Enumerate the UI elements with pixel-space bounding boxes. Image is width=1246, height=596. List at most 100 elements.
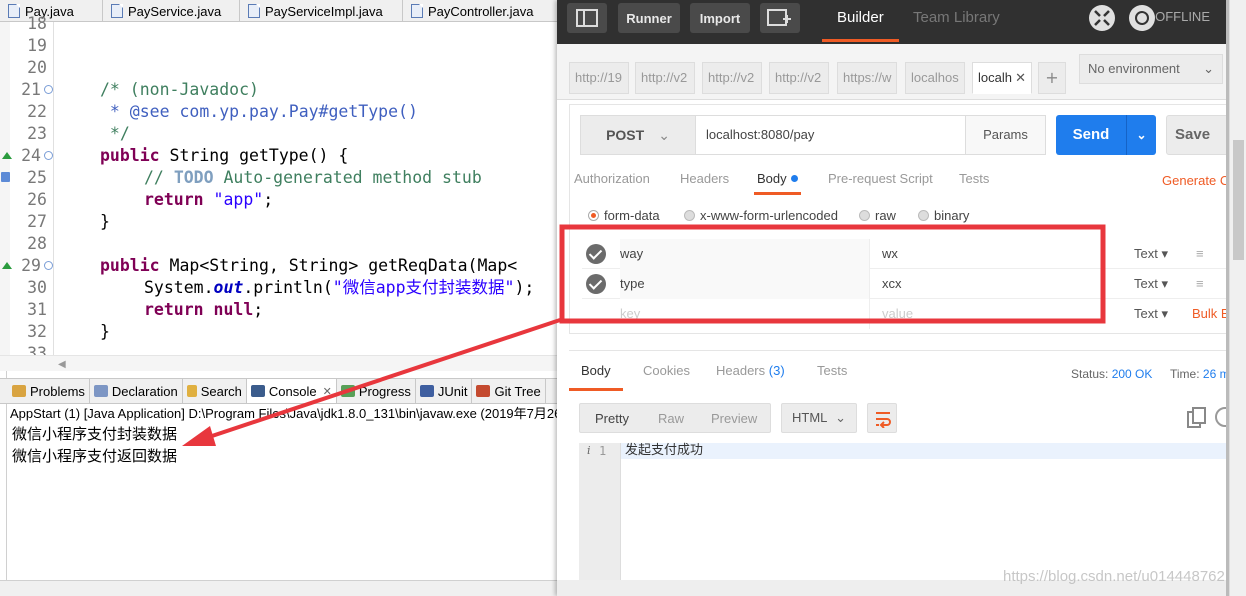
row-enabled-checkbox[interactable] bbox=[586, 274, 606, 294]
view-tab-console[interactable]: Console ✕ bbox=[246, 379, 337, 403]
method-select[interactable]: POST ⌄ bbox=[580, 115, 696, 155]
declaration-icon bbox=[93, 385, 108, 397]
code-line-30: System.out.println("微信app支付封装数据"); bbox=[144, 278, 535, 297]
search-icon[interactable] bbox=[1215, 407, 1226, 427]
nav-builder[interactable]: Builder bbox=[822, 0, 899, 42]
key-input[interactable]: type bbox=[620, 269, 870, 299]
request-tab[interactable]: http://19 bbox=[569, 62, 629, 94]
editor-tab-paycontroller-java[interactable]: PayController.java bbox=[403, 0, 560, 22]
code-line-29: public Map<String, String> getReqData(Ma… bbox=[100, 256, 518, 275]
view-tab-search[interactable]: Search bbox=[183, 379, 247, 403]
drag-handle-icon[interactable]: ≡ bbox=[1196, 239, 1204, 269]
request-tab[interactable]: http://v2 bbox=[635, 62, 695, 94]
request-subtabs: Authorization Headers Body Pre-request S… bbox=[570, 165, 1226, 195]
radio-binary[interactable]: binary bbox=[918, 208, 969, 223]
tab-headers[interactable]: Headers bbox=[680, 171, 729, 195]
editor-tab-payserviceimpl-java[interactable]: PayServiceImpl.java bbox=[240, 0, 403, 22]
chevron-down-icon[interactable]: ⌄ bbox=[1126, 115, 1156, 155]
request-tab[interactable]: https://w bbox=[837, 62, 897, 94]
info-icon: i bbox=[587, 444, 591, 457]
response-tab-tests[interactable]: Tests bbox=[817, 363, 847, 391]
response-status: Status: 200 OK bbox=[1071, 367, 1153, 381]
request-tab[interactable]: http://v2 bbox=[769, 62, 829, 94]
response-body-viewer[interactable]: i 1 发起支付成功 bbox=[579, 443, 1226, 583]
import-button[interactable]: Import bbox=[690, 3, 750, 33]
console-bottom-scrollbar[interactable] bbox=[0, 580, 560, 596]
active-line-highlight bbox=[621, 443, 1226, 459]
view-tab-declaration[interactable]: Declaration bbox=[90, 379, 183, 403]
type-select[interactable]: Text ▾ bbox=[1134, 269, 1168, 299]
fold-toggle-icon[interactable] bbox=[44, 85, 53, 94]
response-tab-body[interactable]: Body bbox=[569, 363, 623, 391]
copy-icon[interactable] bbox=[1187, 407, 1207, 429]
code-editor[interactable]: /* (non-Javadoc) * @see com.yp.pay.Pay#g… bbox=[54, 22, 560, 370]
format-pretty[interactable]: Pretty bbox=[595, 411, 629, 426]
value-input[interactable]: xcx bbox=[882, 269, 1122, 299]
runner-button[interactable]: Runner bbox=[618, 3, 680, 33]
scrollbar-thumb[interactable] bbox=[1233, 140, 1244, 260]
value-input[interactable]: wx bbox=[882, 239, 1122, 269]
radio-form-data[interactable]: form-data bbox=[588, 208, 660, 223]
view-tab-problems[interactable]: Problems bbox=[8, 379, 90, 403]
environment-select[interactable]: No environment ⌄ bbox=[1079, 54, 1223, 84]
response-gutter: i 1 bbox=[579, 443, 621, 583]
close-icon[interactable]: ✕ bbox=[323, 385, 332, 398]
url-input[interactable]: localhost:8080/pay bbox=[696, 115, 966, 155]
type-select[interactable]: Text ▾ bbox=[1134, 239, 1168, 269]
language-select[interactable]: HTML ⌄ bbox=[781, 403, 857, 433]
add-tab-button[interactable]: + bbox=[1038, 62, 1066, 94]
editor-tab-payservice-java[interactable]: PayService.java bbox=[103, 0, 240, 22]
format-preview[interactable]: Preview bbox=[711, 411, 757, 426]
response-tab-cookies[interactable]: Cookies bbox=[643, 363, 690, 391]
sidebar-toggle-button[interactable] bbox=[567, 3, 607, 33]
editor-horizontal-scrollbar[interactable]: ◀ bbox=[0, 355, 560, 371]
close-tab-icon[interactable]: ✕ bbox=[1015, 63, 1026, 93]
radio-urlencoded[interactable]: x-www-form-urlencoded bbox=[684, 208, 838, 223]
java-file-icon bbox=[248, 4, 260, 18]
nav-team-library[interactable]: Team Library bbox=[913, 0, 1000, 42]
params-button[interactable]: Params bbox=[966, 115, 1046, 155]
code-line-22: * @see com.yp.pay.Pay#getType() bbox=[100, 102, 418, 121]
type-select[interactable]: Text ▾ bbox=[1134, 299, 1168, 329]
request-tab[interactable]: http://v2 bbox=[702, 62, 762, 94]
request-tab[interactable]: localhos bbox=[905, 62, 965, 94]
modified-dot-icon bbox=[790, 175, 798, 182]
console-output-line: 微信小程序支付返回数据 bbox=[12, 448, 178, 465]
view-tab-junit[interactable]: JUnit bbox=[416, 379, 473, 403]
send-button[interactable]: Send ⌄ bbox=[1056, 115, 1156, 155]
format-raw[interactable]: Raw bbox=[658, 411, 684, 426]
bulk-edit-link[interactable]: Bulk E bbox=[1192, 299, 1226, 329]
fold-toggle-icon[interactable] bbox=[44, 151, 53, 160]
java-file-icon bbox=[8, 4, 20, 18]
tab-authorization[interactable]: Authorization bbox=[574, 171, 650, 195]
response-tab-headers[interactable]: Headers (3) bbox=[716, 363, 785, 391]
tab-pre-request-script[interactable]: Pre-request Script bbox=[828, 171, 933, 195]
generate-code-link[interactable]: Generate Co bbox=[1162, 173, 1226, 188]
view-tab-progress[interactable]: Progress bbox=[337, 379, 416, 403]
value-input[interactable]: value bbox=[882, 299, 1122, 329]
sync-status-icon[interactable] bbox=[1129, 5, 1155, 31]
drag-handle-icon[interactable]: ≡ bbox=[1196, 269, 1204, 299]
view-tab-git-tree[interactable]: Git Tree bbox=[472, 379, 546, 403]
new-tab-button[interactable] bbox=[760, 3, 800, 33]
fold-toggle-icon[interactable] bbox=[44, 261, 53, 270]
line-number: 31 bbox=[27, 300, 47, 319]
table-row-new: key value Text ▾ Bulk E bbox=[582, 299, 1226, 329]
progress-icon bbox=[340, 385, 355, 397]
key-input[interactable]: way bbox=[620, 239, 870, 269]
radio-raw[interactable]: raw bbox=[859, 208, 896, 223]
request-tab-active[interactable]: localh ✕ bbox=[972, 62, 1032, 94]
line-number: 19 bbox=[27, 36, 47, 55]
java-file-icon bbox=[411, 4, 423, 18]
radio-dot bbox=[859, 210, 870, 221]
tab-body[interactable]: Body bbox=[754, 171, 801, 195]
wrap-lines-button[interactable] bbox=[867, 403, 897, 433]
scroll-left-arrow-icon[interactable]: ◀ bbox=[58, 359, 66, 370]
key-input[interactable]: key bbox=[620, 299, 870, 329]
interceptor-button[interactable] bbox=[1089, 5, 1115, 31]
save-button[interactable]: Save bbox=[1166, 115, 1226, 155]
editor-tab-pay-java[interactable]: Pay.java bbox=[0, 0, 103, 22]
tab-tests[interactable]: Tests bbox=[959, 171, 989, 195]
row-enabled-checkbox[interactable] bbox=[586, 244, 606, 264]
page-vertical-scrollbar[interactable] bbox=[1229, 0, 1246, 596]
